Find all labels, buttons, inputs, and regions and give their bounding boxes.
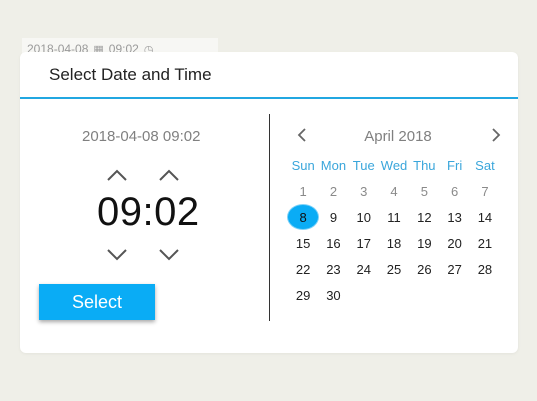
minute-down-chevron-icon[interactable] [158, 248, 180, 262]
calendar-day[interactable]: 25 [379, 256, 409, 282]
calendar-day-label: 15 [295, 235, 311, 251]
calendar-day[interactable]: 23 [318, 256, 348, 282]
selected-datetime-display: 2018-04-08 09:02 [82, 128, 201, 145]
calendar: April 2018 Sun Mon Tue Wed Thu Fri Sat 1 2 3 4 5 6 7 8… [288, 122, 508, 308]
dialog-title: Select Date and Time [49, 64, 212, 84]
calendar-day[interactable]: 13 [439, 204, 469, 230]
calendar-day[interactable]: 22 [288, 256, 318, 282]
calendar-day-label: 17 [356, 235, 371, 251]
calendar-day-label: 12 [417, 209, 432, 225]
calendar-day-label: 26 [417, 261, 432, 277]
calendar-day-selected[interactable]: 8 [288, 204, 319, 230]
calendar-day-label: 7 [481, 183, 489, 199]
calendar-day-label: 2 [329, 183, 338, 199]
calendar-day[interactable]: 15 [288, 230, 318, 256]
weekday-header: Sun [291, 157, 315, 173]
calendar-day[interactable]: 4 [379, 178, 409, 204]
minute-up-chevron-icon[interactable] [158, 168, 180, 182]
calendar-day-label: 22 [295, 261, 311, 277]
calendar-day-label: 23 [326, 261, 341, 277]
calendar-day-label: 30 [326, 287, 341, 303]
calendar-day-label: 13 [447, 209, 462, 225]
calendar-day-label: 24 [356, 261, 371, 277]
calendar-day[interactable]: 10 [349, 204, 379, 230]
calendar-day-label: 29 [295, 287, 311, 303]
calendar-day[interactable]: 14 [470, 204, 500, 230]
calendar-day-label: 28 [477, 261, 493, 277]
calendar-day[interactable]: 7 [470, 178, 500, 204]
calendar-day[interactable]: 19 [409, 230, 439, 256]
weekday-header: Fri [447, 157, 463, 173]
calendar-day[interactable]: 29 [288, 282, 318, 308]
datetime-picker-dialog: Select Date and Time 2018-04-08 09:02 09… [20, 52, 518, 353]
calendar-header: April 2018 [288, 122, 508, 150]
calendar-day[interactable]: 28 [470, 256, 500, 282]
hour-down-chevron-icon[interactable] [106, 248, 128, 262]
calendar-day[interactable]: 5 [409, 178, 439, 204]
calendar-day-label: 14 [477, 209, 493, 225]
calendar-day[interactable]: 26 [409, 256, 439, 282]
calendar-day-label: 10 [356, 209, 371, 225]
calendar-day-label: 9 [329, 209, 338, 225]
calendar-day[interactable]: 9 [318, 204, 348, 230]
weekday-header: Wed [380, 157, 408, 173]
calendar-day[interactable]: 24 [349, 256, 379, 282]
calendar-day-label: 6 [451, 183, 459, 199]
calendar-day-label: 21 [477, 235, 493, 251]
select-button[interactable]: Select [39, 284, 155, 320]
calendar-day[interactable]: 20 [439, 230, 469, 256]
calendar-day-label: 20 [447, 235, 462, 251]
calendar-day[interactable]: 27 [439, 256, 469, 282]
dialog-header: Select Date and Time [20, 52, 518, 99]
time-panel: 2018-04-08 09:02 09:02 Select [20, 114, 270, 321]
calendar-day[interactable]: 18 [379, 230, 409, 256]
calendar-day-label: 1 [299, 183, 307, 199]
weekday-header: Thu [413, 157, 436, 173]
calendar-day-label: 27 [447, 261, 462, 277]
calendar-day[interactable]: 3 [349, 178, 379, 204]
calendar-day[interactable]: 17 [349, 230, 379, 256]
calendar-day[interactable]: 6 [439, 178, 469, 204]
calendar-day-label: 4 [390, 183, 398, 199]
calendar-day-label: 19 [417, 235, 432, 251]
hour-up-chevron-icon[interactable] [106, 168, 128, 182]
calendar-day-label: 11 [387, 209, 401, 225]
calendar-day[interactable]: 2 [318, 178, 348, 204]
calendar-day-label: 16 [326, 235, 341, 251]
calendar-day[interactable]: 1 [288, 178, 318, 204]
panel-divider [269, 114, 270, 321]
weekday-header: Sat [475, 157, 495, 173]
calendar-day-label: 18 [386, 235, 402, 251]
calendar-day-label: 8 [288, 205, 319, 229]
calendar-day-label: 3 [360, 183, 368, 199]
weekday-header: Mon [320, 157, 347, 173]
weekday-header: Tue [352, 157, 375, 173]
calendar-day[interactable]: 12 [409, 204, 439, 230]
calendar-day-label: 5 [420, 183, 428, 199]
calendar-day-label: 25 [386, 261, 402, 277]
month-title: April 2018 [364, 127, 432, 145]
calendar-day[interactable]: 30 [318, 282, 348, 308]
time-value: 09:02 [97, 190, 200, 234]
calendar-day[interactable]: 21 [470, 230, 500, 256]
calendar-grid: Sun Mon Tue Wed Thu Fri Sat 1 2 3 4 5 6 7 8 9 10 11 12 13 14… [288, 152, 508, 308]
calendar-day[interactable]: 16 [318, 230, 348, 256]
next-month-chevron-icon[interactable] [488, 126, 504, 144]
calendar-day[interactable]: 11 [379, 204, 409, 230]
prev-month-chevron-icon[interactable] [294, 126, 310, 144]
